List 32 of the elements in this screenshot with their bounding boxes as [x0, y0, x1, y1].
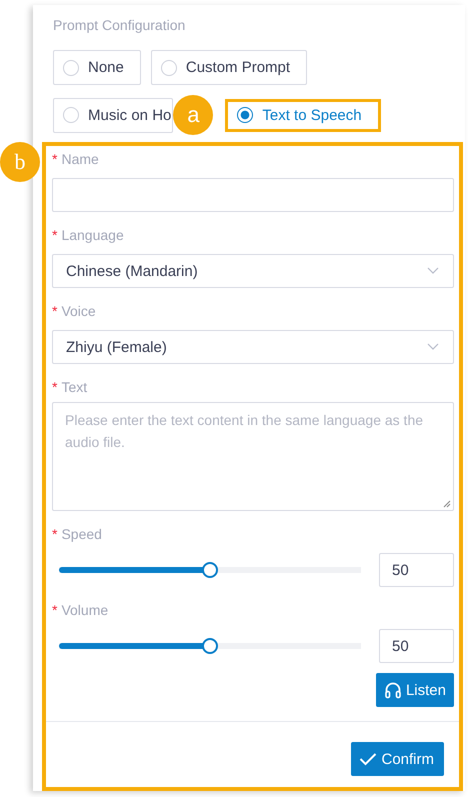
field-label: Voice — [61, 302, 96, 321]
required-mark: * — [52, 302, 58, 321]
field-label: Language — [61, 226, 124, 245]
chevron-down-icon — [427, 267, 439, 275]
field-label: Name — [61, 150, 99, 169]
required-mark: * — [52, 226, 58, 245]
annotation-badge: a — [173, 95, 214, 135]
slider-thumb[interactable] — [202, 562, 218, 578]
required-mark: * — [52, 601, 58, 620]
required-mark: * — [52, 150, 58, 169]
field-label: Volume — [61, 601, 108, 620]
section-title: Prompt Configuration — [52, 16, 186, 35]
resize-handle-icon — [443, 500, 451, 508]
slider-thumb[interactable] — [202, 638, 218, 654]
radio-option[interactable]: Custom Prompt — [150, 50, 308, 85]
radio-option[interactable]: None — [53, 50, 141, 85]
listen-button[interactable]: Listen — [376, 673, 454, 707]
field-label: Speed — [61, 525, 102, 544]
confirm-button[interactable]: Confirm — [351, 742, 444, 776]
number-field[interactable]: 50 — [379, 553, 454, 587]
annotation-badge: b — [0, 142, 40, 182]
select-field[interactable]: Chinese (Mandarin) — [52, 254, 454, 288]
required-mark: * — [52, 378, 58, 397]
input-field[interactable] — [52, 178, 454, 212]
headphones-icon — [384, 681, 402, 699]
required-mark: * — [52, 525, 58, 544]
field-label: Text — [61, 378, 88, 397]
checkmark-icon — [359, 752, 378, 766]
chevron-down-icon — [427, 343, 439, 351]
select-field[interactable]: Zhiyu (Female) — [52, 330, 454, 364]
number-field[interactable]: 50 — [379, 629, 454, 663]
radio-option[interactable]: Music on Ho — [53, 98, 174, 132]
